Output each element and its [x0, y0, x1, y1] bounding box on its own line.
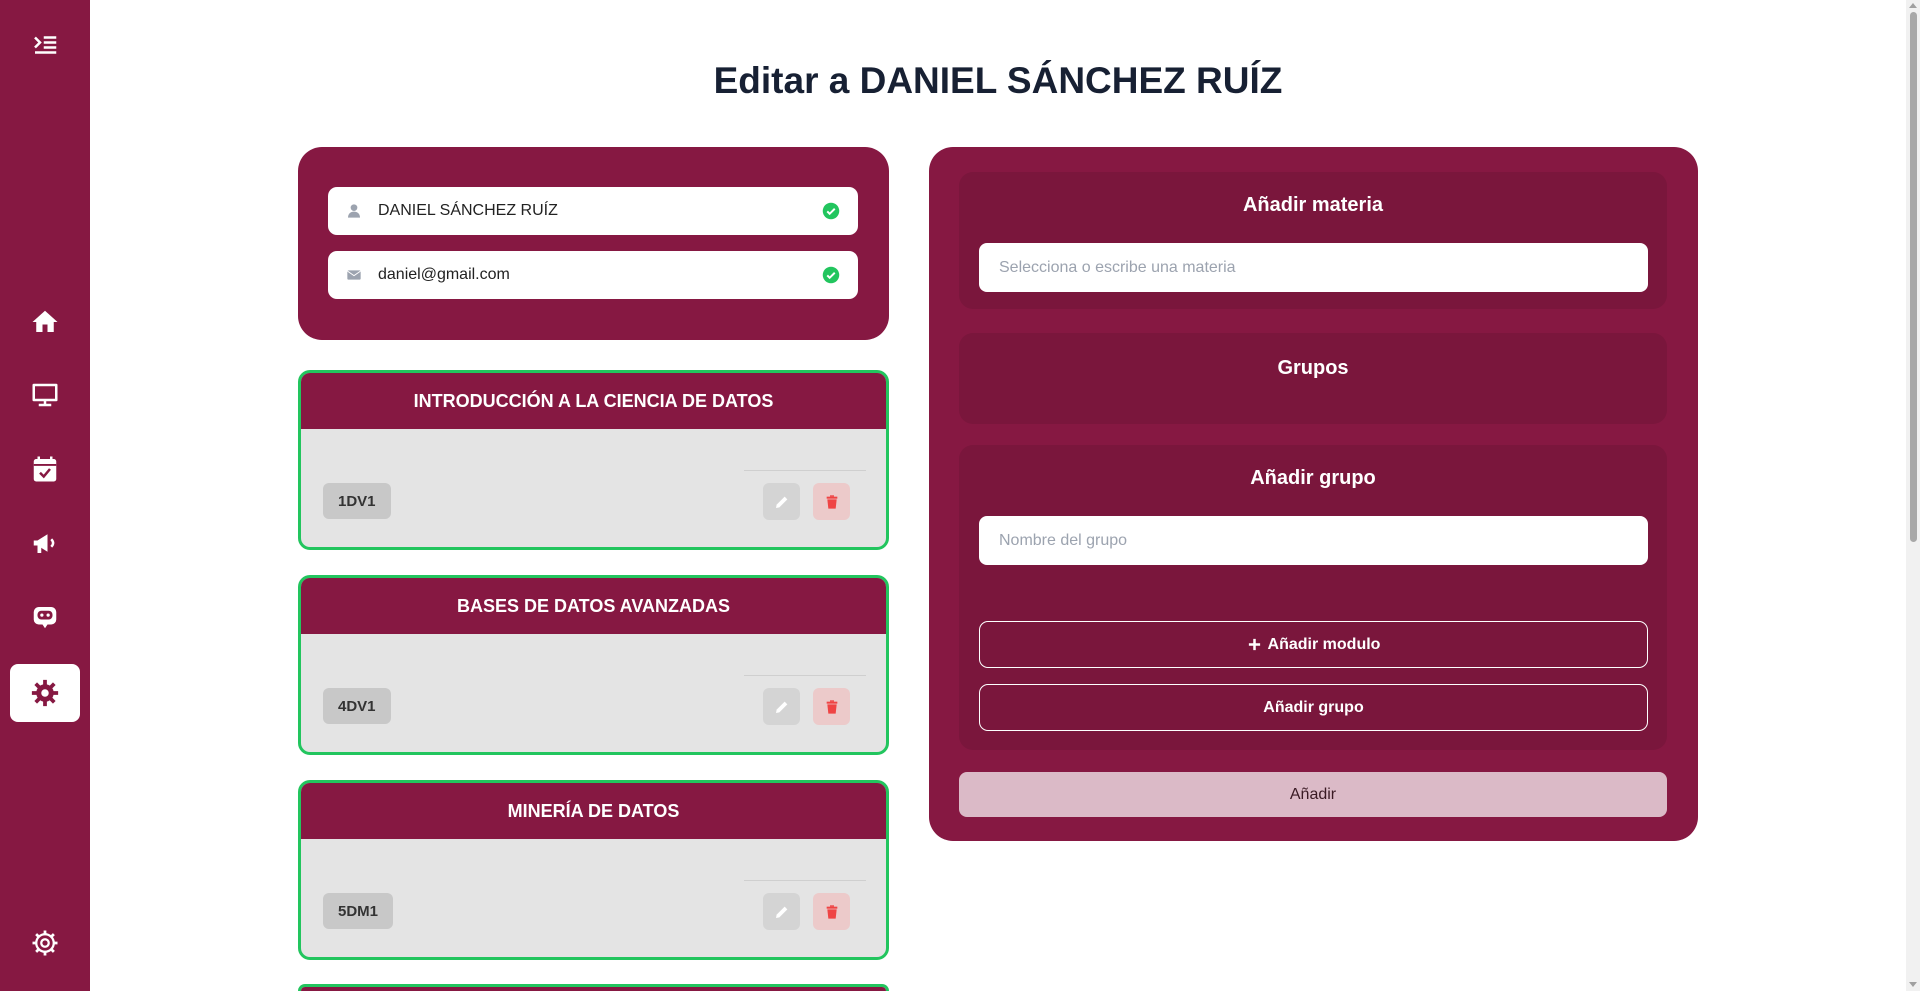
subject-card: INTRODUCCIÓN A LA CIENCIA DE DATOS 1DV1 — [298, 370, 889, 550]
edit-group-button[interactable] — [763, 483, 800, 520]
divider — [744, 675, 866, 676]
sidebar-item-calendar[interactable] — [10, 440, 80, 498]
groups-section: Grupos — [959, 333, 1667, 424]
add-module-label: Añadir modulo — [1267, 635, 1381, 653]
submit-button[interactable]: Añadir — [959, 772, 1667, 817]
page-title: Editar a DANIEL SÁNCHEZ RUÍZ — [713, 60, 1283, 101]
chatbot-icon — [33, 607, 57, 629]
pencil-icon — [775, 906, 787, 918]
menu-toggle-icon — [34, 36, 57, 54]
groups-title: Grupos — [1277, 357, 1349, 379]
add-subject-title: Añadir materia — [1242, 194, 1384, 216]
email-value: daniel@gmail.com — [378, 266, 510, 283]
add-subject-section: Añadir materia Selecciona o escribe una … — [959, 172, 1667, 309]
submit-label: Añadir — [1289, 785, 1337, 803]
divider — [744, 880, 866, 881]
add-group-section: Añadir grupo Nombre del grupo Añadir mod… — [959, 445, 1667, 750]
edit-group-button[interactable] — [763, 688, 800, 725]
user-icon — [346, 202, 364, 220]
gear-outline-icon — [32, 930, 58, 956]
pencil-icon — [775, 701, 787, 713]
pencil-icon — [775, 496, 787, 508]
trash-icon — [826, 904, 837, 919]
email-field[interactable]: daniel@gmail.com — [328, 251, 858, 299]
add-group-title: Añadir grupo — [1250, 467, 1376, 489]
monitor-icon — [32, 383, 58, 407]
plus-icon — [1248, 638, 1260, 651]
sidebar-item-announcements[interactable] — [10, 514, 80, 572]
scrollbar[interactable] — [1906, 0, 1920, 991]
name-value: DANIEL SÁNCHEZ RUÍZ — [378, 202, 558, 219]
check-circle-icon — [822, 202, 840, 220]
group-badge: 5DM1 — [323, 893, 394, 929]
group-badge: 4DV1 — [323, 688, 391, 724]
delete-group-button[interactable] — [813, 893, 850, 930]
edit-group-button[interactable] — [763, 893, 800, 930]
add-subject-panel: Añadir materia Selecciona o escribe una … — [929, 147, 1698, 841]
scroll-down-icon[interactable] — [1909, 982, 1917, 987]
settings-icon — [31, 679, 59, 707]
subject-title: MINERÍA DE DATOS — [301, 783, 886, 839]
sidebar — [0, 0, 90, 991]
delete-group-button[interactable] — [813, 688, 850, 725]
trash-icon — [826, 494, 837, 509]
add-module-button[interactable]: Añadir modulo — [979, 621, 1648, 668]
calendar-check-icon — [33, 456, 57, 482]
check-circle-icon — [822, 266, 840, 284]
subject-card: MINERÍA DE DATOS 5DM1 — [298, 780, 889, 960]
group-badge: 1DV1 — [323, 483, 391, 519]
sidebar-item-chatbot[interactable] — [10, 588, 80, 646]
sidebar-item-preferences[interactable] — [10, 914, 80, 972]
subject-card: BASES DE DATOS AVANZADAS 4DV1 — [298, 575, 889, 755]
add-group-button[interactable]: Añadir grupo — [979, 684, 1648, 731]
subject-card-partial — [298, 984, 889, 991]
megaphone-icon — [33, 534, 55, 553]
envelope-icon — [346, 266, 364, 284]
scrollbar-thumb[interactable] — [1910, 12, 1917, 542]
delete-group-button[interactable] — [813, 483, 850, 520]
subject-input[interactable]: Selecciona o escribe una materia — [979, 243, 1648, 292]
scroll-up-icon[interactable] — [1909, 3, 1917, 8]
divider — [744, 470, 866, 471]
sidebar-item-settings[interactable] — [10, 664, 80, 722]
menu-toggle-button[interactable] — [10, 16, 80, 74]
subject-title: INTRODUCCIÓN A LA CIENCIA DE DATOS — [301, 373, 886, 429]
sidebar-item-home[interactable] — [10, 293, 80, 351]
subject-header-partial — [301, 987, 886, 991]
name-field[interactable]: DANIEL SÁNCHEZ RUÍZ — [328, 187, 858, 235]
subject-title: BASES DE DATOS AVANZADAS — [301, 578, 886, 634]
trash-icon — [826, 699, 837, 714]
add-group-label: Añadir grupo — [1263, 698, 1364, 716]
home-icon — [32, 310, 58, 332]
group-name-input[interactable]: Nombre del grupo — [979, 516, 1648, 565]
user-info-card: DANIEL SÁNCHEZ RUÍZ daniel@gmail.com — [298, 147, 889, 340]
sidebar-item-monitor[interactable] — [10, 366, 80, 424]
